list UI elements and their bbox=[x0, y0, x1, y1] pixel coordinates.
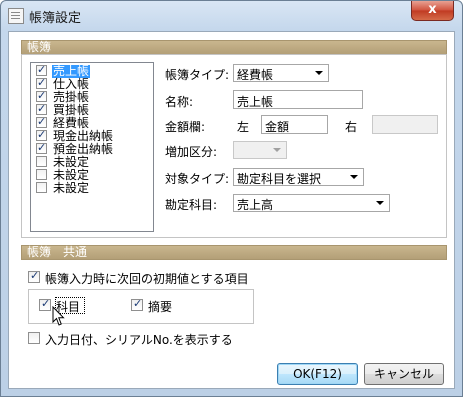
book-type-value: 経費帳 bbox=[237, 68, 274, 82]
name-label: 名称: bbox=[165, 95, 194, 109]
right-label: 右 bbox=[345, 120, 358, 134]
list-item-checkbox[interactable] bbox=[36, 141, 47, 154]
checkbox-box[interactable] bbox=[28, 269, 40, 283]
book-type-select[interactable]: 経費帳 bbox=[233, 64, 329, 82]
increase-category-select[interactable] bbox=[233, 141, 287, 159]
checkbox-box[interactable] bbox=[39, 297, 51, 311]
list-item-checkbox[interactable] bbox=[36, 115, 47, 128]
list-item-checkbox[interactable] bbox=[36, 76, 47, 89]
list-item[interactable]: 売掛帳 bbox=[32, 89, 152, 104]
chevron-down-icon bbox=[350, 175, 358, 179]
target-type-label: 対象タイプ: bbox=[165, 172, 230, 186]
right-amount-input[interactable] bbox=[372, 115, 438, 134]
list-item[interactable]: 預金出納帳 bbox=[32, 141, 152, 156]
account-value: 売上高 bbox=[237, 198, 274, 212]
account-label: 勘定科目: bbox=[165, 198, 218, 212]
ok-button[interactable]: OK(F12) bbox=[277, 363, 358, 385]
list-item-checkbox[interactable] bbox=[36, 89, 47, 102]
list-item[interactable]: 売上帳 bbox=[32, 63, 152, 78]
list-item[interactable]: 仕入帳 bbox=[32, 76, 152, 91]
chevron-down-icon bbox=[273, 148, 281, 152]
dialog-body: 帳簿 売上帳 仕入帳 売掛帳 買掛帳 経費帳 現金出納帳 預金出納帳 未設定 未… bbox=[8, 31, 455, 389]
name-input[interactable]: 売上帳 bbox=[233, 90, 363, 109]
close-icon: x bbox=[428, 2, 437, 17]
list-item-checkbox[interactable] bbox=[36, 63, 47, 76]
list-item[interactable]: 未設定 bbox=[32, 156, 152, 169]
increase-category-label: 増加区分: bbox=[165, 145, 218, 159]
close-button[interactable]: x bbox=[411, 1, 454, 21]
checkbox-box[interactable] bbox=[131, 297, 143, 311]
group-header-ledger: 帳簿 bbox=[21, 40, 447, 55]
ledger-list[interactable]: 売上帳 仕入帳 売掛帳 買掛帳 経費帳 現金出納帳 預金出納帳 未設定 未設定 … bbox=[30, 62, 154, 232]
target-type-value: 勘定科目を選択 bbox=[237, 172, 322, 186]
ledger-icon bbox=[8, 8, 24, 24]
chevron-down-icon bbox=[315, 71, 323, 75]
account-select[interactable]: 売上高 bbox=[233, 194, 390, 212]
list-item-label: 未設定 bbox=[53, 181, 90, 195]
list-item-checkbox[interactable] bbox=[36, 169, 47, 180]
list-item-checkbox[interactable] bbox=[36, 128, 47, 141]
window-title: 帳簿設定 bbox=[29, 11, 82, 26]
list-item-checkbox[interactable] bbox=[36, 182, 47, 193]
list-item[interactable]: 未設定 bbox=[32, 182, 152, 195]
summary-label: 摘要 bbox=[148, 300, 173, 314]
list-item[interactable]: 未設定 bbox=[32, 169, 152, 182]
initial-value-label: 帳簿入力時に次回の初期値とする項目 bbox=[45, 272, 249, 286]
book-type-label: 帳簿タイプ: bbox=[165, 68, 230, 82]
left-amount-input[interactable]: 金額 bbox=[261, 115, 328, 134]
show-date-serial-label: 入力日付、シリアルNo.を表示する bbox=[45, 333, 233, 347]
list-item-checkbox[interactable] bbox=[36, 156, 47, 167]
list-item-checkbox[interactable] bbox=[36, 102, 47, 115]
checkbox-box[interactable] bbox=[28, 332, 40, 344]
mouse-cursor-icon bbox=[52, 306, 65, 326]
name-input-value: 売上帳 bbox=[237, 95, 274, 109]
list-item[interactable]: 買掛帳 bbox=[32, 102, 152, 117]
title-bar[interactable]: 帳簿設定 bbox=[1, 1, 462, 31]
left-amount-value: 金額 bbox=[265, 120, 290, 134]
chevron-down-icon bbox=[376, 201, 384, 205]
cancel-button[interactable]: キャンセル bbox=[364, 363, 444, 385]
amount-column-label: 金額欄: bbox=[165, 120, 206, 134]
dialog-window: 帳簿設定 x 帳簿 売上帳 仕入帳 売掛帳 買掛帳 経費帳 現金出納帳 預金出納… bbox=[0, 0, 463, 397]
left-label: 左 bbox=[237, 120, 250, 134]
group-header-common: 帳簿 共通 bbox=[21, 245, 447, 260]
target-type-select[interactable]: 勘定科目を選択 bbox=[233, 168, 364, 186]
